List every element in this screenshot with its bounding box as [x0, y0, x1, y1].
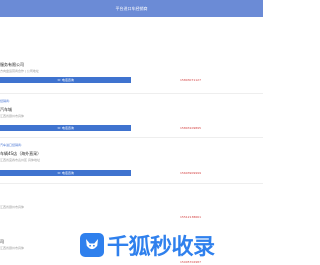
dealer-name: 车辆4S店（海外直采）: [0, 151, 42, 156]
call-button-label: 电话咨询: [61, 78, 74, 82]
dealer-address: 江西省宜春市袁州区 具体地址: [0, 158, 40, 162]
divider: [0, 93, 263, 94]
dealer-name: 汽车城: [0, 107, 12, 112]
call-button[interactable]: ☏ 电话咨询: [0, 125, 131, 131]
page-header: 平台进口车经销商: [0, 0, 263, 17]
phone-number[interactable]: 15803071127: [180, 78, 201, 82]
phone-number[interactable]: 15512138661: [180, 215, 201, 219]
dealer-tag: 汽车进口经销商:: [0, 143, 23, 147]
dealer-address: 江西省赣州市具体: [0, 205, 25, 209]
call-button[interactable]: ☏ 电话咨询: [0, 77, 131, 83]
call-button-label: 电话咨询: [61, 126, 74, 130]
phone-number[interactable]: 15603909999: [180, 171, 201, 175]
phone-number[interactable]: 15803109895: [180, 126, 201, 130]
phone-icon: ☏: [57, 78, 61, 82]
call-button-label: 电话咨询: [61, 171, 74, 175]
dealer-name: 司: [0, 239, 4, 244]
phone-icon: ☏: [57, 171, 61, 175]
dealer-name: 服务有限公司: [0, 62, 24, 67]
page-title: 平台进口车经销商: [115, 5, 148, 11]
phone-icon: ☏: [57, 126, 61, 130]
divider: [0, 137, 263, 138]
dealer-tag: 经销商:: [0, 99, 11, 103]
fox-logo-icon: [80, 233, 104, 257]
dealer-address: 江西省赣州市具体: [0, 114, 25, 118]
dealer-address: 方向盘运营商合作 | 公司地址: [0, 69, 39, 73]
dealer-address: 江西省赣州市具体: [0, 246, 25, 250]
watermark-text: 千狐秒收录: [107, 235, 215, 260]
divider: [0, 183, 263, 184]
watermark: 千狐秒收录: [80, 227, 263, 263]
call-button[interactable]: ☏ 电话咨询: [0, 170, 131, 176]
